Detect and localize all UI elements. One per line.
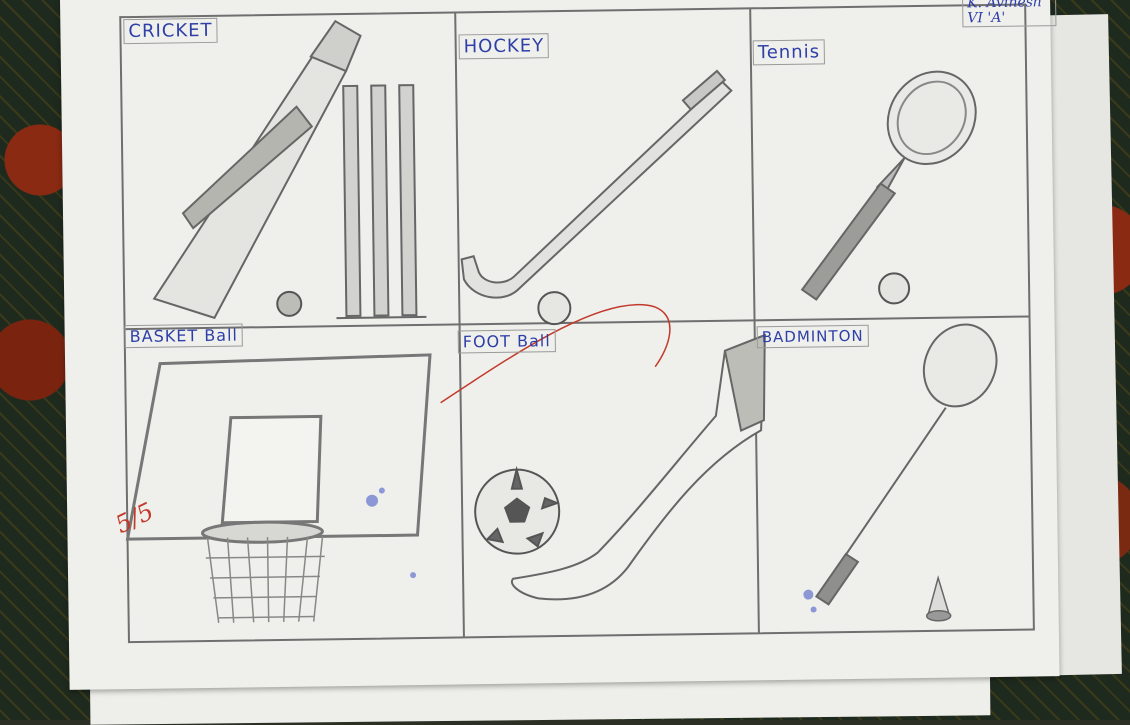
- cricket-stumps: [336, 84, 427, 320]
- hockey-ball: [537, 291, 572, 326]
- author-class: VI 'A': [967, 9, 1006, 27]
- panel-label-tennis: Tennis: [752, 39, 826, 66]
- badminton-racket: [814, 323, 998, 606]
- cricket-ball: [276, 290, 303, 317]
- panel-label-badminton: BADMINTON: [756, 324, 869, 349]
- hockey-stick: [460, 69, 733, 299]
- panel-label-cricket: CRICKET: [123, 17, 218, 45]
- grid-line-horizontal: [124, 315, 1030, 331]
- football-leg: [510, 333, 766, 601]
- shuttlecock: [925, 575, 952, 622]
- tennis-ball: [878, 272, 911, 305]
- basketball-net: [205, 536, 325, 623]
- panel-label-football: FOOT Ball: [457, 329, 556, 354]
- football: [474, 465, 561, 555]
- author-box: K. Avinesh VI 'A': [961, 0, 1057, 28]
- tennis-racket: [800, 70, 977, 301]
- cricket-bat: [152, 19, 362, 320]
- panel-label-basketball: BASKET Ball: [124, 323, 244, 349]
- drawing-sheet: CRICKET HOCKEY Tennis BASKET Ball FOOT B…: [60, 0, 1060, 690]
- basketball-board: [125, 353, 432, 544]
- ink-smudges: [366, 487, 817, 613]
- panel-label-hockey: HOCKEY: [458, 33, 550, 60]
